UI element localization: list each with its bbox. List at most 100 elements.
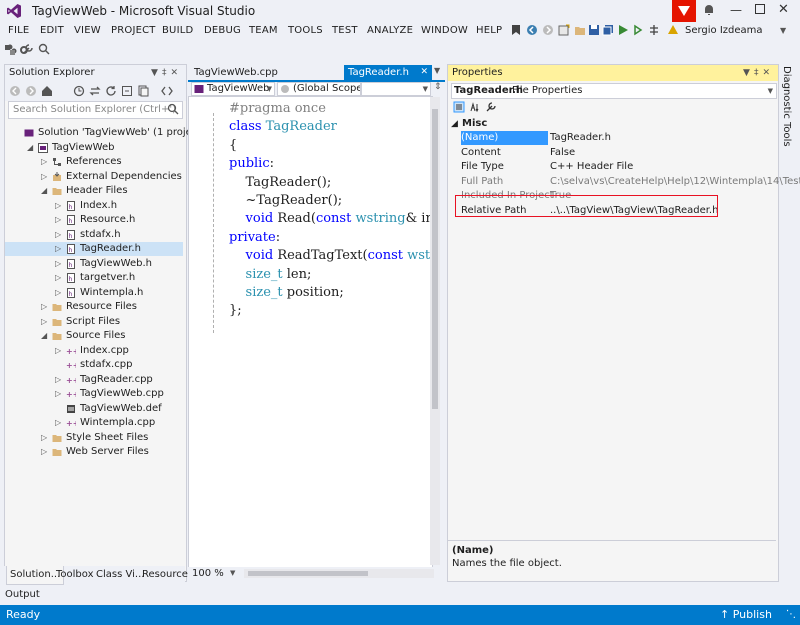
search-button-icon[interactable]	[38, 43, 50, 58]
menu-help[interactable]: HELP	[476, 25, 502, 36]
expanded-arrow-icon[interactable]: ◢	[41, 184, 47, 198]
collapse-all-icon[interactable]	[121, 85, 133, 100]
property-value[interactable]: C++ Header File	[550, 160, 633, 174]
menu-view[interactable]: VIEW	[74, 25, 101, 36]
collapsed-arrow-icon[interactable]: ▷	[41, 315, 47, 329]
history-icon[interactable]	[73, 85, 85, 100]
panel-window-buttons[interactable]: ▼‡✕	[743, 65, 774, 81]
save-icon[interactable]	[588, 24, 600, 36]
property-value[interactable]: C:\selva\vs\CreateHelp\Help\12\Wintempla…	[550, 175, 800, 189]
start-without-debugging-icon[interactable]	[632, 24, 644, 36]
tree-item[interactable]: ▷ h TagReader.h	[5, 242, 183, 256]
collapsed-arrow-icon[interactable]: ▷	[41, 155, 47, 169]
back-icon[interactable]	[9, 85, 21, 100]
menu-test[interactable]: TEST	[332, 25, 358, 36]
code-editor[interactable]: #pragma once class TagReader {public: TagR…	[188, 96, 433, 568]
menu-tools[interactable]: TOOLS	[288, 25, 323, 36]
tree-item[interactable]: ▷ External Dependencies	[5, 170, 183, 184]
bookmark-icon[interactable]	[510, 24, 522, 36]
collapsed-arrow-icon[interactable]: ▷	[55, 257, 61, 271]
menu-build[interactable]: BUILD	[162, 25, 193, 36]
refresh-icon[interactable]	[105, 85, 117, 100]
minimize-button[interactable]: —	[730, 3, 748, 17]
tab-close-icon[interactable]: ✕	[420, 65, 428, 80]
tab-list-dropdown-icon[interactable]: ▼	[434, 66, 440, 75]
attach-icon[interactable]	[648, 24, 660, 36]
output-tab[interactable]: Output	[2, 587, 41, 603]
collapsed-arrow-icon[interactable]: ▷	[41, 431, 47, 445]
navigate-forward-icon[interactable]	[542, 24, 554, 36]
property-value[interactable]: False	[550, 146, 575, 160]
tab-class-view[interactable]: Class Vi...	[96, 566, 144, 584]
user-dropdown-icon[interactable]: ▼	[780, 26, 786, 35]
feedback-flag[interactable]	[672, 0, 696, 22]
alphabetical-icon[interactable]	[469, 101, 481, 116]
property-value[interactable]: TagReader.h	[550, 131, 611, 145]
tab-tagreader-h[interactable]: TagReader.h ✕	[344, 65, 432, 80]
menu-team[interactable]: TEAM	[249, 25, 278, 36]
tree-item[interactable]: ▷ h stdafx.h	[5, 228, 183, 242]
collapsed-arrow-icon[interactable]: ▷	[55, 242, 61, 256]
class-view-toolbar-icon[interactable]	[4, 44, 16, 59]
collapsed-arrow-icon[interactable]: ▷	[55, 344, 61, 358]
tree-item[interactable]: ▷ References	[5, 155, 183, 169]
tree-item[interactable]: ▷ h Index.h	[5, 199, 183, 213]
start-debugging-icon[interactable]	[617, 24, 629, 36]
hscrollbar-thumb[interactable]	[248, 571, 368, 576]
collapsed-arrow-icon[interactable]: ▷	[55, 228, 61, 242]
tree-item[interactable]: ▷ ++ Index.cpp	[5, 344, 183, 358]
tree-item[interactable]: ▷ ++ Wintempla.cpp	[5, 416, 183, 430]
expanded-arrow-icon[interactable]: ◢	[27, 141, 33, 155]
split-icon[interactable]: ⇕	[434, 82, 442, 92]
property-row[interactable]: Full Path C:\selva\vs\CreateHelp\Help\12\…	[458, 175, 800, 189]
categorized-icon[interactable]	[453, 101, 465, 116]
tree-item[interactable]: ▷ ++ TagReader.cpp	[5, 373, 183, 387]
tree-item[interactable]: ▷ Web Server Files	[5, 445, 183, 459]
collapsed-arrow-icon[interactable]: ▷	[41, 445, 47, 459]
editor-vertical-scrollbar[interactable]	[430, 97, 440, 565]
collapsed-arrow-icon[interactable]: ▷	[41, 300, 47, 314]
tree-item[interactable]: ▷ h Wintempla.h	[5, 286, 183, 300]
tree-item[interactable]: ◢ Header Files	[5, 184, 183, 198]
settings-icon[interactable]	[18, 44, 30, 59]
object-selector-dropdown[interactable]: TagReader.h File Properties ▼	[451, 83, 777, 99]
global-scope-dropdown[interactable]: (Global Scope	[277, 82, 361, 96]
panel-window-buttons[interactable]: ▼‡✕	[151, 65, 182, 81]
close-button[interactable]: ✕	[778, 3, 796, 17]
tree-item[interactable]: Solution 'TagViewWeb' (1 project)	[5, 126, 205, 140]
collapsed-arrow-icon[interactable]: ▷	[55, 286, 61, 300]
resize-grip-icon[interactable]: ⋱	[786, 605, 796, 625]
tree-item[interactable]: TagViewWeb.def	[5, 402, 183, 416]
notifications-icon[interactable]	[702, 3, 720, 17]
collapsed-arrow-icon[interactable]: ▷	[55, 373, 61, 387]
sync-icon[interactable]	[89, 85, 101, 100]
tree-item[interactable]: ◢ TagViewWeb	[5, 141, 183, 155]
tree-item[interactable]: ▷ h Resource.h	[5, 213, 183, 227]
navigate-back-icon[interactable]	[526, 24, 538, 36]
member-dropdown[interactable]: ▼	[361, 82, 431, 96]
show-all-files-icon[interactable]	[137, 85, 149, 100]
property-pages-icon[interactable]	[485, 101, 497, 116]
tree-item[interactable]: ▷ h targetver.h	[5, 271, 183, 285]
editor-horizontal-scrollbar[interactable]	[244, 569, 434, 578]
tab-toolbox[interactable]: Toolbox	[56, 566, 94, 584]
maximize-button[interactable]	[754, 3, 772, 17]
home-icon[interactable]	[41, 85, 53, 100]
collapsed-arrow-icon[interactable]: ▷	[55, 416, 61, 430]
property-category[interactable]: ◢ Misc	[448, 117, 776, 131]
solution-explorer-search-input[interactable]: Search Solution Explorer (Ctrl+')	[8, 101, 183, 119]
zoom-dropdown-icon[interactable]: ▼	[230, 567, 235, 580]
open-file-icon[interactable]	[574, 24, 586, 36]
collapsed-arrow-icon[interactable]: ▷	[55, 387, 61, 401]
menu-file[interactable]: FILE	[8, 25, 29, 36]
collapse-category-icon[interactable]: ◢	[451, 117, 458, 131]
collapsed-arrow-icon[interactable]: ▷	[55, 213, 61, 227]
collapsed-arrow-icon[interactable]: ▷	[55, 199, 61, 213]
collapsed-arrow-icon[interactable]: ▷	[55, 271, 61, 285]
tree-item[interactable]: ◢ Source Files	[5, 329, 183, 343]
property-row[interactable]: (Name) TagReader.h	[458, 131, 776, 145]
collapsed-arrow-icon[interactable]: ▷	[41, 170, 47, 184]
menu-project[interactable]: PROJECT	[111, 25, 156, 36]
tab-tagviewweb-cpp[interactable]: TagViewWeb.cpp	[190, 65, 334, 80]
view-code-icon[interactable]	[161, 85, 173, 100]
